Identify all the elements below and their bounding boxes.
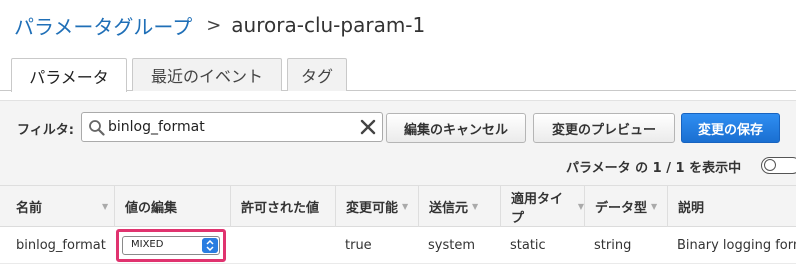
column-header-label: 変更可能 (346, 201, 399, 216)
cancel-edit-button[interactable]: 編集のキャンセル (386, 113, 526, 143)
edit-value-select[interactable]: MIXED (122, 236, 220, 255)
column-header-label: 説明 (678, 201, 705, 216)
column-header-label: 許可された値 (241, 201, 320, 216)
table-header: 名前 ▼ 値の編集 許可された値 変更可能 ▼ 送信元 ▼ 適用タイプ ▼ デー… (0, 186, 796, 227)
cell-allowed-values (230, 227, 335, 264)
tab-bar: パラメータ 最近のイベント タグ (0, 56, 796, 92)
tab-parameters[interactable]: パラメータ (11, 58, 127, 92)
toggle-switch[interactable] (761, 157, 796, 174)
sort-caret-icon: ▼ (102, 202, 109, 211)
sort-caret-icon: ▼ (402, 202, 409, 211)
preview-changes-button[interactable]: 変更のプレビュー (533, 113, 675, 143)
cell-data-type: string (594, 238, 632, 253)
column-header-edit-value: 値の編集 (114, 186, 230, 227)
cell-name: binlog_format (16, 238, 106, 253)
column-header-label: 名前 (16, 201, 43, 216)
select-value: MIXED (131, 239, 164, 250)
result-count: パラメータ の 1 / 1 を表示中 (566, 161, 742, 176)
sort-caret-icon: ▼ (472, 202, 479, 211)
tab-tags[interactable]: タグ (287, 58, 347, 91)
column-header-label: データ型 (595, 201, 648, 216)
search-icon (89, 120, 105, 136)
cell-description: Binary logging format (677, 238, 796, 253)
column-header-apply-type[interactable]: 適用タイプ ▼ (500, 186, 584, 227)
column-header-description: 説明 (667, 186, 796, 227)
cell-modifiable: true (345, 238, 372, 253)
cell-apply-type: static (510, 238, 546, 253)
column-header-data-type[interactable]: データ型 ▼ (584, 186, 667, 227)
toggle-knob (764, 159, 776, 171)
filter-input[interactable] (108, 116, 358, 138)
breadcrumb: パラメータグループ > aurora-clu-param-1 (14, 11, 425, 39)
filter-input-box[interactable] (81, 112, 383, 142)
column-header-label: 値の編集 (125, 201, 178, 216)
sort-caret-icon: ▼ (651, 202, 658, 211)
cell-source: system (428, 238, 475, 253)
tab-recent-events[interactable]: 最近のイベント (132, 58, 282, 91)
select-arrow-icon (202, 238, 218, 253)
column-header-label: 適用タイプ (511, 191, 564, 226)
filter-toolbar: フィルタ: 編集のキャンセル 変更のプレビュー 変更の保存 パラメータ の 1 … (0, 100, 796, 186)
column-header-source[interactable]: 送信元 ▼ (418, 186, 500, 227)
column-header-label: 送信元 (429, 201, 469, 216)
filter-label: フィルタ: (17, 123, 74, 138)
column-header-modifiable[interactable]: 変更可能 ▼ (335, 186, 418, 227)
breadcrumb-separator: > (206, 14, 222, 36)
column-header-name[interactable]: 名前 ▼ (0, 186, 114, 227)
breadcrumb-parameter-groups-link[interactable]: パラメータグループ (14, 11, 192, 40)
clear-icon[interactable] (359, 118, 377, 136)
page-title: aurora-clu-param-1 (231, 13, 426, 37)
column-header-allowed-values: 許可された値 (230, 186, 335, 227)
save-changes-button[interactable]: 変更の保存 (681, 113, 780, 143)
